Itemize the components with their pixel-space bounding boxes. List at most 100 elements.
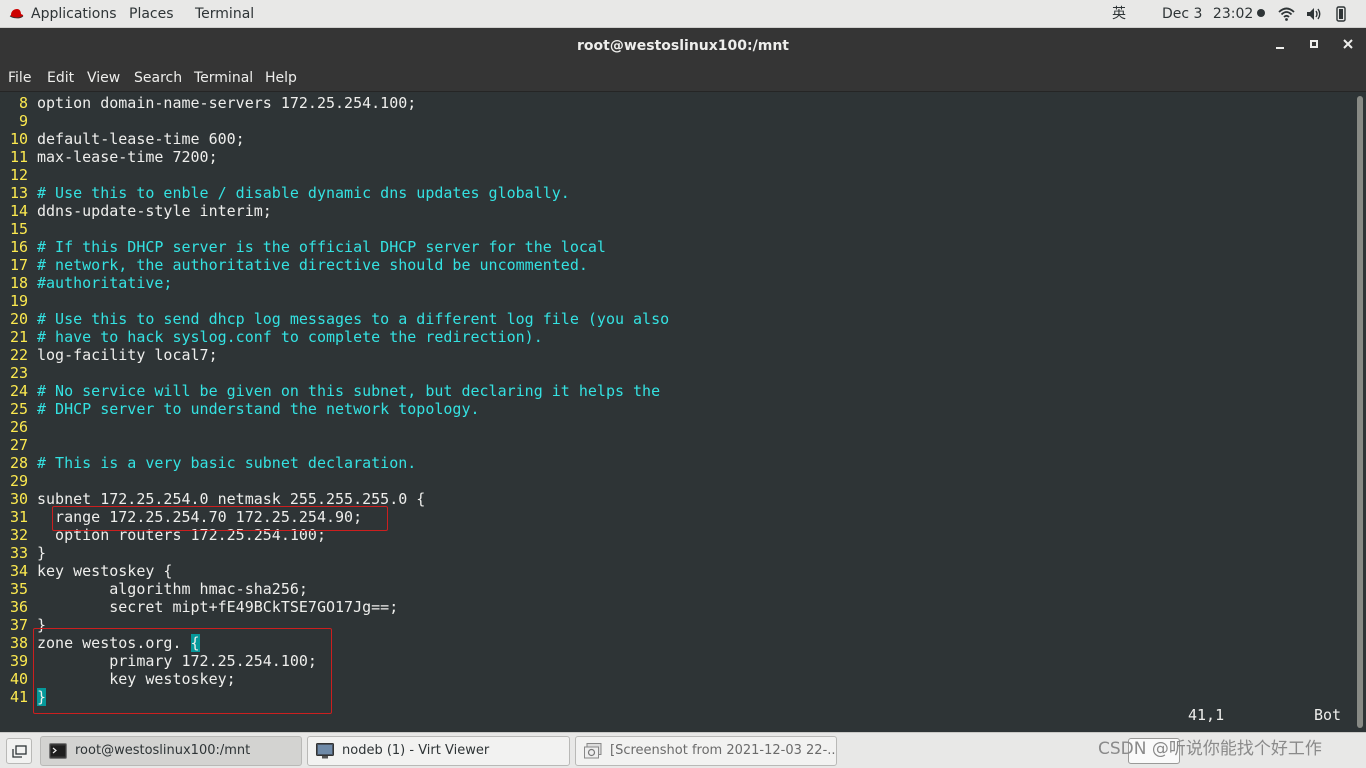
line-number: 19: [9, 292, 28, 310]
desktop-icon: [12, 745, 27, 758]
code-text: }: [37, 544, 47, 562]
cursor-position: 41,1: [1188, 706, 1225, 724]
task-label: nodeb (1) - Virt Viewer: [342, 743, 490, 758]
line-number: 11: [9, 148, 28, 166]
code-text: primary 172.25.254.100;: [37, 652, 317, 670]
terminal-area[interactable]: 8 option domain-name-servers 172.25.254.1…: [0, 92, 1354, 732]
code-text: secret mipt+fE49BCkTSE7GO17Jg==;: [37, 598, 399, 616]
notification-dot-icon: [1257, 9, 1266, 17]
code-text: range 172.25.254.70 172.25.254.90;: [37, 508, 363, 526]
code-text: key westoskey;: [37, 670, 236, 688]
line-number: 33: [9, 544, 28, 562]
task-screenshot-viewer[interactable]: [Screenshot from 2021-12-03 22-...: [575, 736, 837, 766]
line-number: 37: [9, 616, 28, 634]
line-number: 32: [9, 526, 28, 544]
task-label: root@westoslinux100:/mnt: [75, 743, 251, 758]
menu-terminal[interactable]: Terminal: [194, 64, 253, 92]
line-number: 10: [9, 130, 28, 148]
code-text: max-lease-time 7200;: [37, 148, 218, 166]
line-number: 8: [18, 94, 28, 112]
minimize-icon: [1276, 47, 1284, 49]
task-terminal[interactable]: root@westoslinux100:/mnt: [40, 736, 302, 766]
line-number: 30: [9, 490, 28, 508]
line-number: 36: [9, 598, 28, 616]
task-virt-viewer[interactable]: nodeb (1) - Virt Viewer: [307, 736, 570, 766]
window-titlebar[interactable]: root@westoslinux100:/mnt: [0, 28, 1366, 64]
maximize-icon: [1310, 40, 1318, 48]
menu-bar: File Edit View Search Terminal Help: [0, 64, 1366, 92]
volume-icon[interactable]: [1306, 7, 1323, 21]
code-text: ddns-update-style interim;: [37, 202, 272, 220]
line-number: 28: [9, 454, 28, 472]
show-desktop-button[interactable]: [6, 738, 32, 764]
wifi-icon[interactable]: [1278, 7, 1295, 21]
input-method-indicator[interactable]: 英: [1112, 0, 1126, 28]
line-number: 39: [9, 652, 28, 670]
line-number: 34: [9, 562, 28, 580]
code-text: subnet 172.25.254.0 netmask 255.255.255.…: [37, 490, 426, 508]
scrollbar[interactable]: [1354, 92, 1366, 732]
menu-file[interactable]: File: [8, 64, 31, 92]
line-number: 41: [9, 688, 28, 706]
close-button[interactable]: [1338, 36, 1358, 56]
code-text: }: [37, 688, 47, 706]
line-number: 20: [9, 310, 28, 328]
maximize-button[interactable]: [1304, 36, 1324, 56]
line-number: 35: [9, 580, 28, 598]
line-number: 18: [9, 274, 28, 292]
code-text: zone westos.org. {: [37, 634, 200, 652]
code-comment: # Use this to enble / disable dynamic dn…: [37, 184, 570, 202]
code-comment: # No service will be given on this subne…: [37, 382, 661, 400]
line-number: 26: [9, 418, 28, 436]
line-number: 17: [9, 256, 28, 274]
monitor-icon: [316, 743, 334, 759]
line-number: 21: [9, 328, 28, 346]
line-number: 24: [9, 382, 28, 400]
menu-view[interactable]: View: [87, 64, 120, 92]
applications-menu[interactable]: Applications: [31, 0, 117, 28]
clock[interactable]: Dec 3 23:02: [1162, 0, 1266, 28]
code-text: }: [37, 616, 47, 634]
scrollbar-thumb[interactable]: [1357, 96, 1363, 728]
places-menu[interactable]: Places: [129, 0, 174, 28]
code-text: algorithm hmac-sha256;: [37, 580, 308, 598]
watermark-text: CSDN @听说你能找个好工作: [1098, 739, 1322, 759]
line-number: 14: [9, 202, 28, 220]
window-title: root@westoslinux100:/mnt: [577, 38, 789, 54]
line-number: 23: [9, 364, 28, 382]
line-number: 31: [9, 508, 28, 526]
text-cursor: }: [37, 688, 47, 706]
top-bar: Applications Places Terminal 英 Dec 3 23:…: [0, 0, 1366, 28]
code-comment: # Use this to send dhcp log messages to …: [37, 310, 670, 328]
line-number: 27: [9, 436, 28, 454]
menu-help[interactable]: Help: [265, 64, 297, 92]
image-viewer-icon: [584, 743, 602, 759]
minimize-button[interactable]: [1270, 36, 1290, 56]
line-number: 40: [9, 670, 28, 688]
clock-date: Dec 3: [1162, 6, 1203, 22]
clock-time: 23:02: [1212, 6, 1254, 22]
line-number: 13: [9, 184, 28, 202]
redhat-icon[interactable]: [8, 7, 24, 21]
code-comment: #authoritative;: [37, 274, 173, 292]
line-number: 15: [9, 220, 28, 238]
code-comment: # DHCP server to understand the network …: [37, 400, 480, 418]
close-icon: [1343, 39, 1353, 49]
menu-search[interactable]: Search: [134, 64, 182, 92]
line-number: 25: [9, 400, 28, 418]
code-text: key westoskey {: [37, 562, 173, 580]
power-icon[interactable]: [1334, 6, 1348, 22]
matching-brace: {: [190, 634, 200, 652]
terminal-app-menu[interactable]: Terminal: [195, 0, 254, 28]
line-number: 9: [18, 112, 28, 130]
code-text: log-facility local7;: [37, 346, 218, 364]
line-number: 12: [9, 166, 28, 184]
menu-edit[interactable]: Edit: [47, 64, 74, 92]
scroll-indicator: Bot: [1314, 706, 1342, 724]
line-number: 22: [9, 346, 28, 364]
code-comment: # have to hack syslog.conf to complete t…: [37, 328, 543, 346]
code-comment: # This is a very basic subnet declaratio…: [37, 454, 417, 472]
code-text: option routers 172.25.254.100;: [37, 526, 326, 544]
line-number: 29: [9, 472, 28, 490]
task-label: [Screenshot from 2021-12-03 22-...: [610, 743, 837, 758]
